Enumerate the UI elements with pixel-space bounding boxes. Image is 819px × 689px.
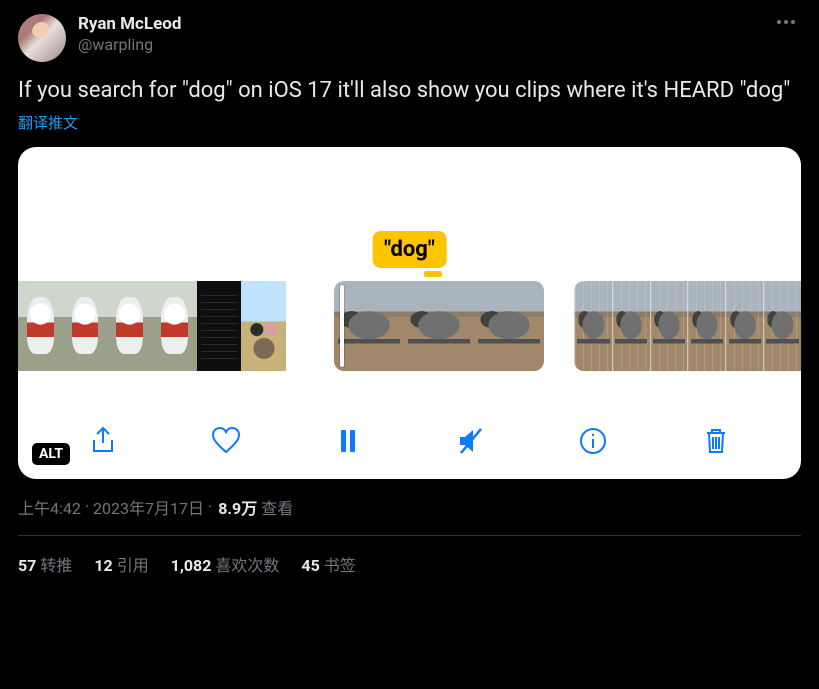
retweets-label: 转推 [40, 556, 72, 575]
delete-button[interactable] [696, 421, 736, 461]
tweet-time[interactable]: 上午4:42 [18, 495, 81, 519]
timeline-frame [197, 281, 242, 371]
more-options-button[interactable] [771, 14, 801, 30]
avatar[interactable] [18, 14, 66, 62]
timeline-frame [152, 281, 197, 371]
likes-stat[interactable]: 1,082喜欢次数 [171, 552, 280, 576]
clip-group[interactable] [574, 281, 801, 371]
search-term-bubble: "dog" [372, 231, 447, 268]
heart-icon [210, 425, 242, 457]
playhead-marker [424, 271, 442, 277]
timeline-frame [574, 281, 612, 371]
separator: · [85, 497, 89, 516]
bookmarks-count: 45 [301, 556, 319, 575]
views-count: 8.9万 [218, 495, 257, 519]
tweet-text: If you search for "dog" on iOS 17 it'll … [18, 76, 801, 106]
info-icon [577, 425, 609, 457]
timeline-frame [107, 281, 152, 371]
share-button[interactable] [83, 421, 123, 461]
info-button[interactable] [573, 421, 613, 461]
likes-label: 喜欢次数 [215, 556, 279, 575]
clip-group[interactable] [18, 281, 286, 371]
media-attachment[interactable]: "dog" [18, 147, 801, 479]
separator: · [208, 497, 212, 516]
media-toolbar [18, 421, 801, 461]
quotes-stat[interactable]: 12 引用 [94, 552, 148, 576]
timeline-frame [63, 281, 108, 371]
tweet-header: Ryan McLeod @warpling [18, 14, 801, 62]
alt-badge[interactable]: ALT [32, 443, 70, 465]
like-button[interactable] [206, 421, 246, 461]
handle: @warpling [78, 35, 181, 55]
mute-button[interactable] [451, 421, 491, 461]
pause-button[interactable] [328, 421, 368, 461]
timeline-frame [334, 281, 404, 371]
clip-group-active[interactable] [334, 281, 544, 371]
timeline-frame [404, 281, 474, 371]
timeline-frame [241, 281, 286, 371]
timeline-frame [650, 281, 688, 371]
timeline-frame [687, 281, 725, 371]
tweet-container: Ryan McLeod @warpling If you search for … [0, 0, 819, 576]
retweets-stat[interactable]: 57转推 [18, 552, 72, 576]
video-timeline[interactable] [18, 281, 801, 371]
timeline-frame [763, 281, 801, 371]
pause-icon [332, 425, 364, 457]
views-label: 查看 [261, 495, 293, 519]
quotes-count: 12 [94, 556, 112, 575]
share-icon [87, 425, 119, 457]
author-block[interactable]: Ryan McLeod @warpling [78, 14, 181, 55]
speaker-muted-icon [455, 425, 487, 457]
bookmarks-label: 书签 [324, 556, 356, 575]
likes-count: 1,082 [171, 556, 212, 575]
quotes-label: 引用 [117, 556, 149, 575]
engagement-stats: 57转推 12 引用 1,082喜欢次数 45 书签 [18, 536, 801, 576]
timeline-frame [18, 281, 63, 371]
retweets-count: 57 [18, 556, 36, 575]
trash-icon [700, 425, 732, 457]
timeline-frame [612, 281, 650, 371]
bookmarks-stat[interactable]: 45 书签 [301, 552, 355, 576]
tweet-date[interactable]: 2023年7月17日 [93, 495, 204, 519]
translate-link[interactable]: 翻译推文 [18, 112, 78, 133]
display-name: Ryan McLeod [78, 14, 181, 35]
timeline-frame [474, 281, 544, 371]
timeline-frame [725, 281, 763, 371]
tweet-meta: 上午4:42 · 2023年7月17日 · 8.9万 查看 [18, 495, 801, 519]
